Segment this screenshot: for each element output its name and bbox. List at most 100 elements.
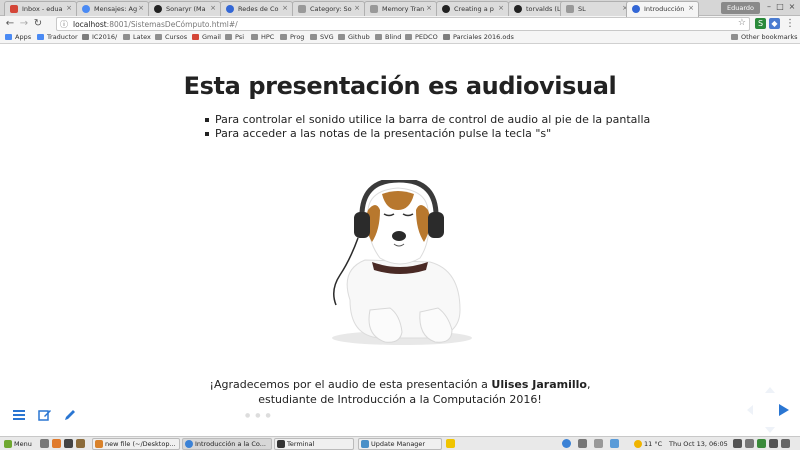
close-icon[interactable]: ×: [688, 4, 694, 12]
reload-icon[interactable]: ↻: [32, 17, 44, 30]
bookmark-blind[interactable]: Blind: [375, 33, 401, 41]
bookmark-svg[interactable]: SVG: [310, 33, 334, 41]
tab-label: Memory Tran: [382, 5, 425, 13]
weather-applet[interactable]: 11 °C: [634, 438, 662, 450]
tab-label: SL: [578, 5, 586, 13]
slide-progress-dots: ●●●: [245, 412, 276, 419]
minimize-icon[interactable]: –: [764, 2, 774, 11]
chrome-icon: [185, 440, 193, 448]
bookmark-gmail[interactable]: Gmail: [192, 33, 221, 41]
document-icon: [566, 5, 574, 13]
clock[interactable]: Thu Oct 13, 06:05: [669, 438, 728, 450]
taskbar-window-editor[interactable]: new file (~/Desktop...: [92, 438, 180, 450]
bookmark-prog[interactable]: Prog: [280, 33, 304, 41]
close-icon[interactable]: ×: [138, 4, 144, 12]
close-icon[interactable]: ×: [498, 4, 504, 12]
back-icon[interactable]: ←: [4, 17, 16, 30]
bookmark-pedco[interactable]: PEDCO: [405, 33, 438, 41]
update-tray-icon[interactable]: [578, 439, 587, 448]
taskbar-window-update-manager[interactable]: Update Manager: [358, 438, 442, 450]
volume-icon[interactable]: [769, 439, 778, 448]
bookmark-traductor[interactable]: Traductor: [37, 33, 78, 41]
bookmark-apps[interactable]: Apps: [5, 33, 31, 41]
page-info-icon[interactable]: ⓘ: [60, 19, 68, 30]
bookmark-latex[interactable]: Latex: [123, 33, 151, 41]
wifi-icon[interactable]: [757, 439, 766, 448]
terminal-icon: [277, 440, 285, 448]
forward-icon[interactable]: →: [18, 17, 30, 30]
folder-icon: [251, 34, 258, 40]
tab-strip: Inbox - edua × Mensajes: Ag × Sonaryr (M…: [0, 0, 800, 17]
start-menu-button[interactable]: Menu: [4, 438, 32, 450]
github-icon: [442, 5, 450, 13]
keyboard-icon[interactable]: [745, 439, 754, 448]
power-icon[interactable]: [781, 439, 790, 448]
gmail-icon: [192, 34, 199, 40]
bookmark-ic2016[interactable]: IC2016/: [82, 33, 117, 41]
tab-category[interactable]: Category: So ×: [292, 1, 365, 16]
list-item: Para controlar el sonido utilice la barr…: [205, 113, 650, 127]
chrome-tray-icon[interactable]: [562, 439, 571, 448]
close-icon[interactable]: ×: [210, 4, 216, 12]
close-icon[interactable]: ×: [426, 4, 432, 12]
tab-memory[interactable]: Memory Tran ×: [364, 1, 437, 16]
bookmark-other[interactable]: Other bookmarks: [731, 33, 798, 41]
extension-icon[interactable]: ◆: [769, 18, 780, 29]
notes-icon[interactable]: [446, 439, 455, 448]
bookmark-hpc[interactable]: HPC: [251, 33, 274, 41]
down-arrow-icon[interactable]: [765, 427, 775, 433]
tab-mensajes[interactable]: Mensajes: Ag ×: [76, 1, 149, 16]
hamburger-menu-icon[interactable]: [12, 408, 26, 422]
document-icon: [82, 34, 89, 40]
acknowledgement-text: ¡Agradecemos por el audio de esta presen…: [0, 377, 800, 407]
bookmark-parciales[interactable]: Parciales 2016.ods: [443, 33, 514, 41]
tab-introduccion[interactable]: Introducción ×: [626, 1, 699, 17]
tab-creating[interactable]: Creating a p ×: [436, 1, 509, 16]
system-taskbar: Menu new file (~/Desktop... Introducción…: [0, 436, 800, 450]
close-window-icon[interactable]: ×: [787, 2, 797, 11]
taskbar-window-terminal[interactable]: Terminal: [274, 438, 354, 450]
left-arrow-icon[interactable]: [747, 405, 753, 415]
navigation-controls: [747, 387, 789, 433]
firefox-icon[interactable]: [52, 439, 61, 448]
right-arrow-icon[interactable]: [779, 404, 789, 416]
close-icon[interactable]: ×: [354, 4, 360, 12]
tab-redes[interactable]: Redes de Co ×: [220, 1, 293, 16]
show-desktop-icon[interactable]: [40, 439, 49, 448]
address-bar[interactable]: ⓘ localhost:8001/SistemasDeCómputo.html#…: [56, 17, 750, 31]
globe-icon: [82, 5, 90, 13]
taskbar-window-browser[interactable]: Introducción a la Co...: [182, 438, 272, 450]
tab-label: Inbox - edua: [22, 5, 63, 13]
bookmarks-bar: Apps Traductor IC2016/ Latex Cursos Gmai…: [0, 32, 800, 44]
tab-sonaryr[interactable]: Sonaryr (Ma ×: [148, 1, 221, 16]
url-text: localhost:8001/SistemasDeCómputo.html#/: [73, 20, 238, 29]
folder-icon: [155, 34, 162, 40]
up-arrow-icon[interactable]: [765, 387, 775, 393]
extension-tray-icon[interactable]: [733, 439, 742, 448]
tab-inbox[interactable]: Inbox - edua ×: [4, 1, 77, 16]
close-icon[interactable]: ×: [282, 4, 288, 12]
terminal-launcher-icon[interactable]: [64, 439, 73, 448]
bookmark-star-icon[interactable]: ☆: [738, 18, 746, 28]
page-icon: [226, 5, 234, 13]
profile-button[interactable]: Eduardo: [721, 2, 760, 14]
pen-icon[interactable]: [63, 408, 77, 422]
tab-label: Sonaryr (Ma: [166, 5, 206, 13]
bookmark-cursos[interactable]: Cursos: [155, 33, 187, 41]
tab-label: Introducción: [644, 5, 685, 13]
window-list-icon[interactable]: [594, 439, 603, 448]
network-icon[interactable]: [610, 439, 619, 448]
chrome-menu-icon[interactable]: ⋮: [784, 17, 796, 30]
github-icon: [154, 5, 162, 13]
page-icon: [632, 5, 640, 13]
edit-icon[interactable]: [38, 408, 52, 422]
maximize-icon[interactable]: □: [775, 2, 785, 11]
close-icon[interactable]: ×: [66, 4, 72, 12]
contributor-name: Ulises Jaramillo: [491, 378, 587, 391]
bookmark-github[interactable]: Github: [338, 33, 370, 41]
tab-sl[interactable]: SL ×: [560, 1, 633, 16]
translate-icon: [37, 34, 44, 40]
bookmark-psi[interactable]: Psi: [225, 33, 244, 41]
files-icon[interactable]: [76, 439, 85, 448]
extension-icon[interactable]: S: [755, 18, 766, 29]
